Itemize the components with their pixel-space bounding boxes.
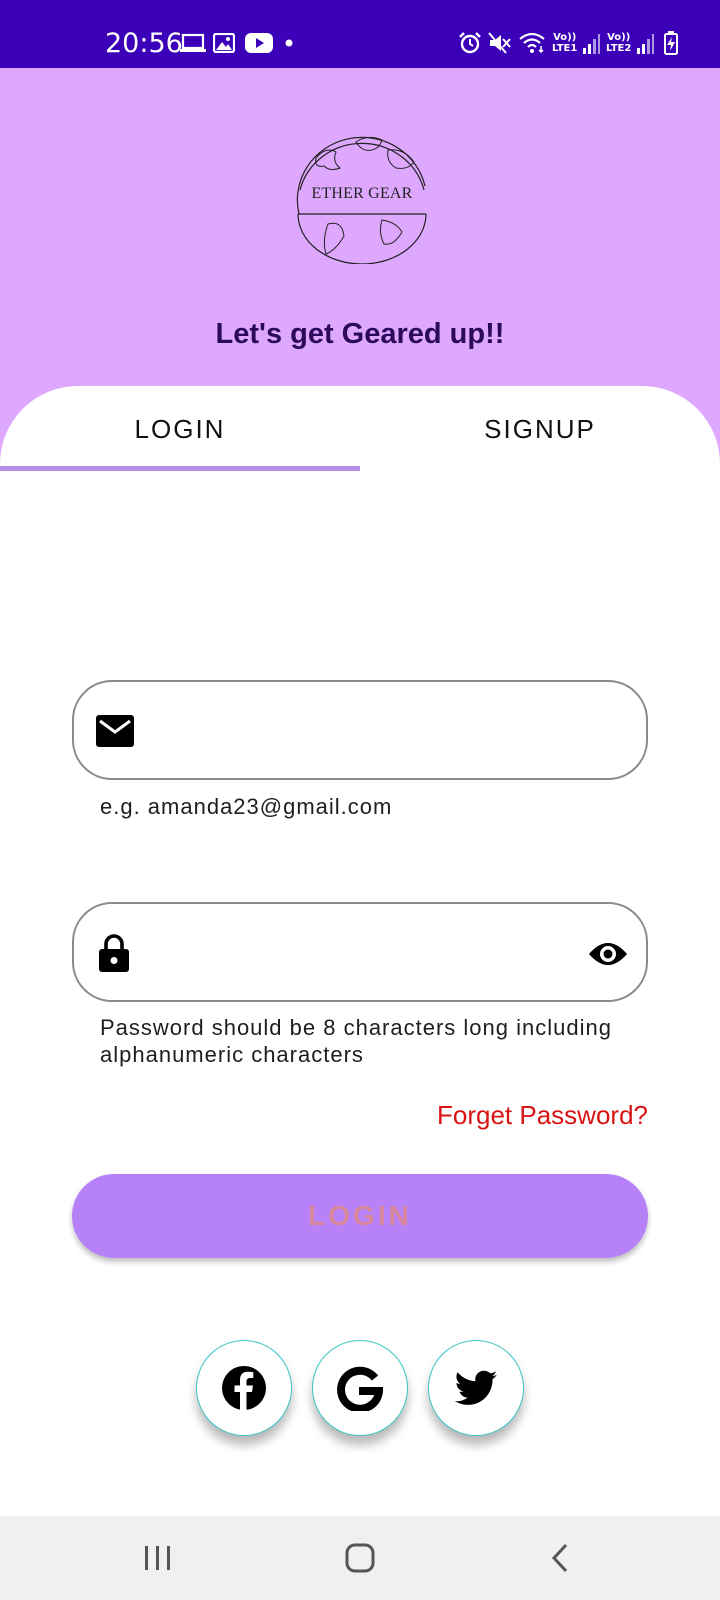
tab-signup[interactable]: SIGNUP (360, 414, 720, 458)
alarm-icon (459, 32, 481, 54)
tab-indicator (0, 466, 360, 471)
status-bar: 20:56 Vo)) LTE1 Vo)) LTE2 (0, 0, 720, 68)
navigation-bar (0, 1516, 720, 1600)
password-field[interactable] (72, 902, 648, 1002)
eye-icon[interactable] (588, 940, 628, 968)
signal-icon (637, 34, 654, 54)
sim1-label: Vo)) LTE1 (552, 32, 578, 54)
twitter-icon (454, 1370, 498, 1405)
forget-password-link[interactable]: Forget Password? (437, 1100, 648, 1131)
status-time: 20:56 (105, 28, 183, 59)
dot-icon (285, 39, 293, 47)
tab-login[interactable]: LOGIN (0, 414, 360, 458)
google-login-button[interactable] (312, 1340, 408, 1436)
mail-icon (96, 715, 134, 747)
facebook-login-button[interactable] (196, 1340, 292, 1436)
battery-charging-icon (664, 31, 678, 55)
facebook-icon (222, 1366, 266, 1410)
mute-icon (488, 32, 511, 54)
signal-icon (583, 34, 600, 54)
back-icon[interactable] (530, 1538, 590, 1578)
email-field[interactable] (72, 680, 648, 780)
google-icon (337, 1366, 383, 1411)
lock-icon (99, 934, 129, 972)
laptop-icon (180, 33, 206, 52)
email-helper-text: e.g. amanda23@gmail.com (100, 794, 393, 819)
password-helper-text: Password should be 8 characters long inc… (100, 1015, 612, 1067)
home-icon[interactable] (330, 1538, 390, 1578)
recent-apps-icon[interactable] (128, 1538, 188, 1578)
wifi-icon (519, 32, 545, 54)
youtube-icon (245, 33, 273, 53)
logo-text: ETHER GEAR (311, 185, 413, 202)
tagline: Let's get Geared up!! (215, 318, 505, 350)
image-icon (213, 33, 235, 53)
login-button[interactable]: LOGIN (72, 1174, 648, 1258)
twitter-login-button[interactable] (428, 1340, 524, 1436)
sim2-label: Vo)) LTE2 (606, 32, 632, 54)
